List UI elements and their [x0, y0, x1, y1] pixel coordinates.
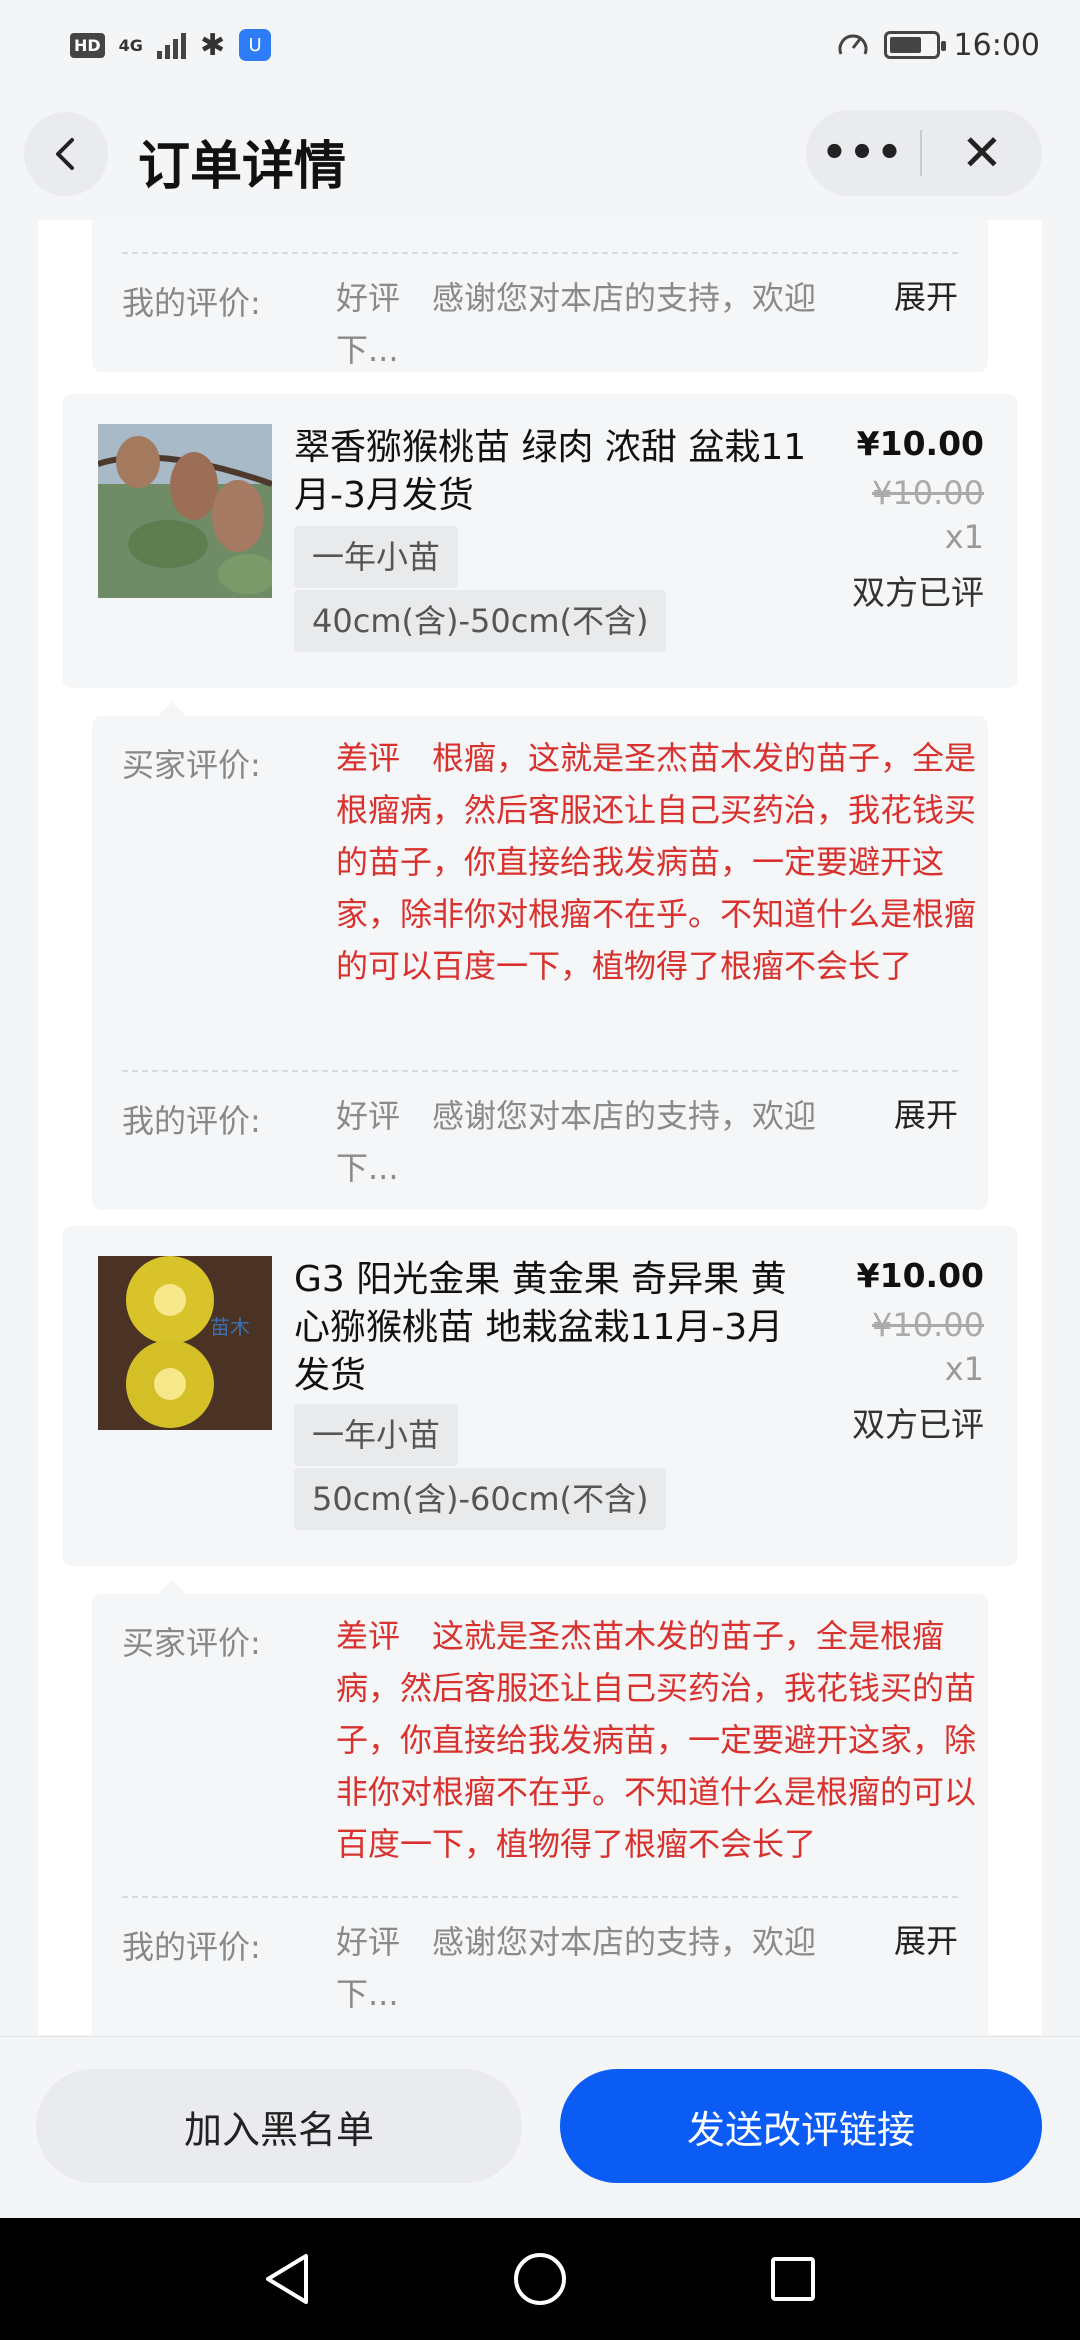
- mini-program-capsule: ••• ✕: [806, 110, 1042, 196]
- product-thumbnail: 苗木: [98, 1256, 272, 1430]
- my-review-text: 好评 感谢您对本店的支持，欢迎下...: [336, 1923, 817, 2013]
- close-icon: ✕: [961, 124, 1003, 182]
- back-arrow-icon: [56, 138, 74, 170]
- my-review-text: 好评 感谢您对本店的支持，欢迎下...: [336, 279, 817, 369]
- page-title: 订单详情: [138, 137, 347, 197]
- review-box: 我的评价: 好评 感谢您对本店的支持，欢迎下... 展开: [92, 220, 988, 372]
- back-triangle-icon[interactable]: [262, 2252, 312, 2306]
- expand-button[interactable]: 展开: [894, 1916, 958, 1962]
- more-button[interactable]: •••: [806, 130, 920, 176]
- sku-option: 40cm(含)-50cm(不含): [294, 590, 667, 652]
- clock: 16:00: [953, 27, 1040, 63]
- bottom-action-bar: 加入黑名单 发送改评链接: [0, 2036, 1080, 2218]
- bluetooth-icon: ✱: [199, 27, 226, 63]
- quantity: x1: [944, 1350, 984, 1388]
- kiwi-fruit-image: [98, 424, 272, 598]
- review-status: 双方已评: [852, 1405, 984, 1444]
- order-detail-content[interactable]: 我的评价: 好评 感谢您对本店的支持，欢迎下... 展开 翠香猕猴桃苗 绿肉 浓…: [38, 220, 1042, 2035]
- network-type: 4G: [118, 35, 143, 55]
- review-pointer: [158, 1580, 186, 1594]
- sku-option: 一年小苗: [294, 526, 459, 588]
- my-review-label: 我的评价:: [122, 1928, 261, 1966]
- review-box: 买家评价: 差评 根瘤，这就是圣杰苗木发的苗子，全是根瘤病，然后客服还让自己买药…: [92, 716, 988, 1210]
- product-card[interactable]: 苗木 G3 阳光金果 黄金果 奇异果 黄心猕猴桃苗 地栽盆栽11月-3月发货 一…: [62, 1226, 1018, 1566]
- status-icons-right: 16:00: [836, 28, 1040, 63]
- review-pointer: [158, 702, 186, 716]
- hd-icon: HD: [70, 32, 105, 58]
- review-divider: [122, 1896, 958, 1898]
- back-button[interactable]: [24, 112, 108, 196]
- sku-option: 一年小苗: [294, 1404, 459, 1466]
- golden-kiwi-image: 苗木: [98, 1256, 272, 1430]
- product-card[interactable]: 翠香猕猴桃苗 绿肉 浓甜 盆栽11月-3月发货 一年小苗 40cm(含)-50c…: [62, 394, 1018, 688]
- sku-option: 50cm(含)-60cm(不含): [294, 1468, 667, 1530]
- image-watermark: 苗木: [210, 1315, 250, 1339]
- my-review-label: 我的评价:: [122, 284, 261, 322]
- send-revise-review-link-button[interactable]: 发送改评链接: [560, 2069, 1042, 2183]
- review-box: 买家评价: 差评 这就是圣杰苗木发的苗子，全是根瘤病，然后客服还让自己买药治，我…: [92, 1594, 988, 2035]
- original-price: ¥10.00: [872, 474, 984, 512]
- recents-square-icon[interactable]: [768, 2254, 818, 2304]
- expand-button[interactable]: 展开: [894, 272, 958, 318]
- my-review-text: 好评 感谢您对本店的支持，欢迎下...: [336, 1097, 817, 1187]
- product-thumbnail: [98, 424, 272, 598]
- review-divider: [122, 1070, 958, 1072]
- app-notification-icon: U: [239, 29, 272, 61]
- expand-button[interactable]: 展开: [894, 1090, 958, 1136]
- buyer-review-label: 买家评价:: [122, 746, 261, 784]
- original-price: ¥10.00: [872, 1306, 984, 1344]
- speed-gauge-icon: [838, 34, 868, 55]
- system-nav-bar: [0, 2218, 1080, 2340]
- my-review-label: 我的评价:: [122, 1102, 261, 1140]
- more-icon: •••: [821, 130, 905, 176]
- product-title: 翠香猕猴桃苗 绿肉 浓甜 盆栽11月-3月发货: [294, 427, 807, 516]
- product-title: G3 阳光金果 黄金果 奇异果 黄心猕猴桃苗 地栽盆栽11月-3月发货: [294, 1259, 787, 1396]
- buyer-review-label: 买家评价:: [122, 1624, 261, 1662]
- home-circle-icon[interactable]: [512, 2251, 568, 2307]
- signal-icon: [156, 31, 186, 59]
- review-status: 双方已评: [852, 573, 984, 612]
- product-price: ¥10.00: [856, 1256, 984, 1295]
- buyer-review-text: 差评 根瘤，这就是圣杰苗木发的苗子，全是根瘤病，然后客服还让自己买药治，我花钱买…: [336, 739, 977, 985]
- buyer-review-text: 差评 这就是圣杰苗木发的苗子，全是根瘤病，然后客服还让自己买药治，我花钱买的苗子…: [336, 1617, 977, 1863]
- battery-icon: [883, 31, 946, 59]
- add-to-blacklist-button[interactable]: 加入黑名单: [36, 2069, 522, 2183]
- close-button[interactable]: ✕: [922, 124, 1042, 182]
- product-price: ¥10.00: [856, 424, 984, 463]
- quantity: x1: [944, 518, 984, 556]
- review-divider: [122, 252, 958, 254]
- status-bar: HD 4G ✱ U 16:00: [0, 0, 1080, 90]
- nav-header: 订单详情 ••• ✕: [0, 90, 1080, 220]
- status-icons-left: HD 4G ✱ U: [70, 27, 272, 63]
